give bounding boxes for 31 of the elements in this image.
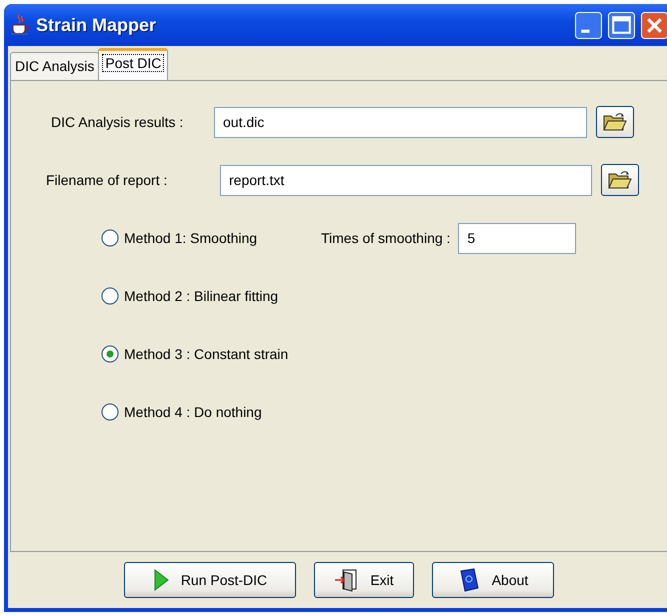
radio-button[interactable]	[101, 287, 119, 305]
radio-label[interactable]: Method 1: Smoothing	[124, 228, 258, 248]
radio-label[interactable]: Method 2 : Bilinear fitting	[124, 286, 278, 306]
door-icon	[334, 568, 358, 592]
smoothing-count-field[interactable]: 5	[458, 222, 576, 254]
exit-button[interactable]: Exit	[314, 562, 414, 598]
folder-icon	[603, 112, 627, 132]
help-book-icon	[458, 568, 480, 592]
field-label: Times of smoothing :	[321, 228, 450, 248]
browse-button[interactable]	[596, 106, 634, 138]
browse-button[interactable]	[601, 164, 639, 196]
run-button[interactable]: Run Post-DIC	[124, 562, 296, 598]
folder-icon	[608, 170, 632, 190]
file-path-field[interactable]: out.dic	[214, 106, 587, 138]
coffee-cup-icon	[10, 14, 30, 36]
radio-button[interactable]	[101, 345, 119, 363]
radio-button[interactable]	[101, 229, 119, 247]
radio-button[interactable]	[101, 403, 119, 421]
maximize-button[interactable]	[608, 12, 635, 38]
tab[interactable]: DIC Analysis	[10, 52, 100, 80]
field-label: DIC Analysis results :	[51, 112, 184, 132]
field-label: Filename of report :	[46, 170, 168, 190]
radio-label[interactable]: Method 4 : Do nothing	[124, 402, 262, 422]
radio-label[interactable]: Method 3 : Constant strain	[124, 344, 288, 364]
close-button[interactable]	[641, 12, 667, 38]
about-button[interactable]: About	[432, 562, 554, 598]
window-title: Strain Mapper	[36, 14, 156, 37]
tab[interactable]: Post DIC	[98, 48, 168, 80]
play-icon	[152, 569, 169, 591]
minimize-button[interactable]	[575, 12, 602, 38]
file-path-field[interactable]: report.txt	[220, 164, 592, 196]
